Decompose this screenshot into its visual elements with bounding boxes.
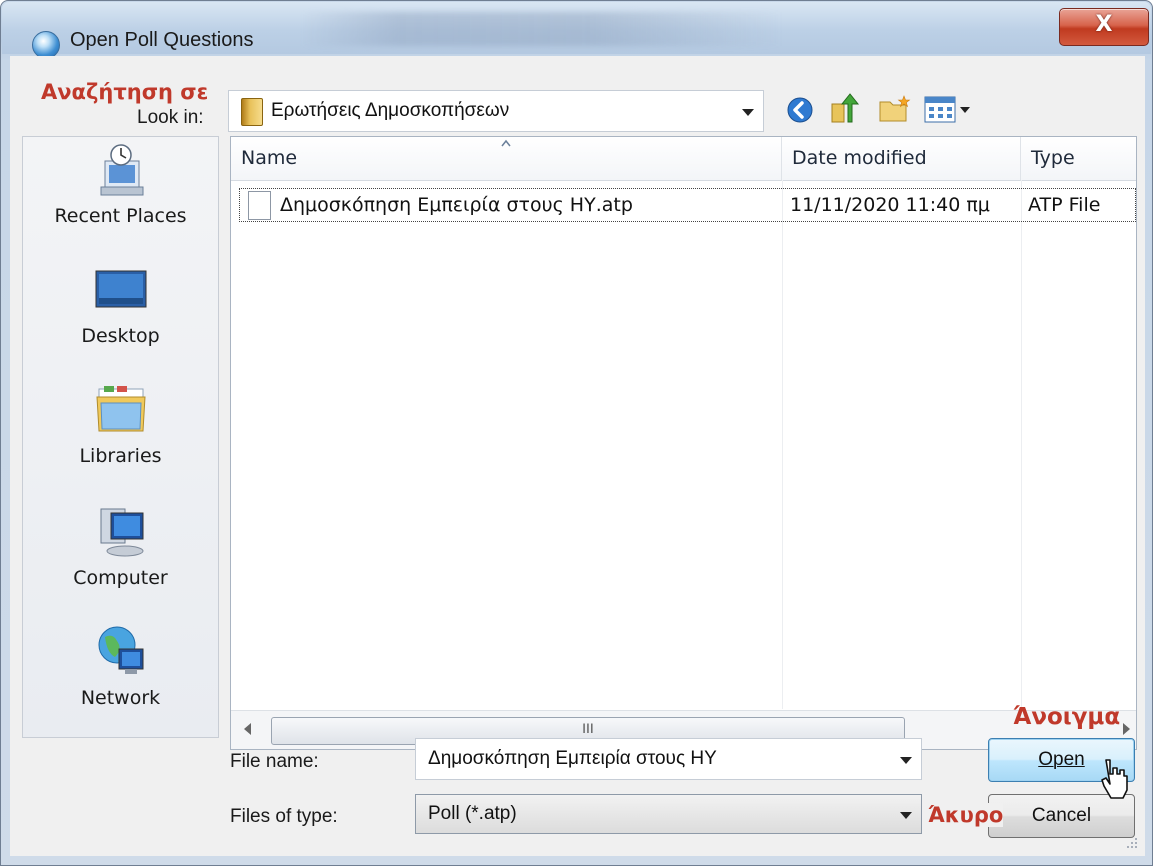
close-icon: X: [1095, 12, 1113, 37]
libraries-icon: [96, 386, 146, 432]
back-icon[interactable]: [786, 96, 814, 124]
recent-places-icon: [100, 144, 144, 196]
column-divider: [1021, 180, 1022, 709]
place-network[interactable]: Network: [23, 619, 218, 729]
file-list[interactable]: Name Date modified Type Δημοσκόπηση Εμπε…: [230, 136, 1137, 750]
place-recent-places[interactable]: Recent Places: [23, 137, 218, 247]
file-name-value: Δημοσκόπηση Εμπειρία στους ΗΥ: [428, 748, 717, 769]
places-bar: Recent Places Desktop Libraries Computer…: [22, 136, 219, 738]
sort-ascending-icon: [501, 139, 511, 147]
file-name-label: File name:: [230, 751, 319, 772]
desktop-icon: [95, 270, 147, 308]
title-bar-blur: [302, 12, 782, 46]
place-computer[interactable]: Computer: [23, 499, 218, 609]
mouse-cursor-icon: [1101, 759, 1128, 799]
place-label: Libraries: [79, 445, 162, 467]
new-folder-icon[interactable]: [878, 94, 912, 124]
close-button[interactable]: X: [1059, 8, 1149, 46]
grip-icon: III: [582, 720, 594, 736]
look-in-combo[interactable]: Ερωτήσεις Δημοσκοπήσεων: [228, 90, 764, 132]
annotation-cancel: Άκυρο: [928, 803, 1004, 827]
scroll-right-icon[interactable]: [1123, 723, 1130, 735]
place-label: Recent Places: [54, 205, 187, 227]
app-icon: [32, 31, 60, 59]
cancel-button-label: Cancel: [1031, 805, 1092, 826]
file-type-combo[interactable]: Poll (*.atp): [415, 794, 922, 834]
column-divider: [782, 180, 783, 709]
place-desktop[interactable]: Desktop: [23, 257, 218, 367]
chevron-down-icon[interactable]: [900, 812, 912, 819]
column-header-date[interactable]: Date modified: [782, 137, 1021, 181]
column-header-name[interactable]: Name: [231, 137, 782, 181]
folder-icon: [241, 98, 263, 126]
column-header-type[interactable]: Type: [1021, 137, 1136, 181]
column-header-label: Type: [1031, 147, 1075, 169]
chevron-down-icon[interactable]: [900, 757, 912, 764]
scroll-left-icon[interactable]: [244, 723, 251, 735]
file-date-cell: 11/11/2020 11:40 πμ: [790, 194, 990, 216]
place-label: Computer: [73, 567, 168, 589]
place-label: Desktop: [81, 325, 160, 347]
file-name-combo[interactable]: Δημοσκόπηση Εμπειρία στους ΗΥ: [415, 738, 922, 780]
file-type-cell: ATP File: [1028, 194, 1101, 216]
annotation-look-in: Αναζήτηση σε: [41, 80, 209, 104]
file-type-label: Files of type:: [230, 806, 338, 827]
file-name-cell: Δημοσκόπηση Εμπειρία στους ΗΥ.atp: [280, 194, 633, 216]
up-folder-icon[interactable]: [828, 92, 860, 126]
chevron-down-icon[interactable]: [742, 109, 754, 116]
annotation-open: Άνοιγμα: [1013, 704, 1121, 730]
dialog-body: Αναζήτηση σε Look in: Ερωτήσεις Δημοσκοπ…: [10, 56, 1145, 856]
look-in-value: Ερωτήσεις Δημοσκοπήσεων: [271, 100, 510, 121]
file-type-value: Poll (*.atp): [428, 803, 517, 824]
views-menu-icon[interactable]: [924, 96, 974, 124]
place-label: Network: [80, 687, 161, 709]
computer-icon: [100, 508, 144, 557]
place-libraries[interactable]: Libraries: [23, 377, 218, 487]
document-icon: [248, 191, 271, 220]
network-icon: [98, 626, 144, 674]
resize-grip-icon[interactable]: [1123, 834, 1139, 850]
dialog-window: Open Poll Questions X Αναζήτηση σε Look …: [0, 0, 1153, 866]
table-row[interactable]: Δημοσκόπηση Εμπειρία στους ΗΥ.atp 11/11/…: [239, 188, 1136, 222]
column-header-label: Name: [241, 147, 298, 169]
column-header-label: Date modified: [792, 147, 927, 169]
window-title: Open Poll Questions: [70, 29, 254, 51]
title-bar[interactable]: Open Poll Questions X: [2, 2, 1151, 59]
look-in-label: Look in:: [137, 107, 204, 128]
